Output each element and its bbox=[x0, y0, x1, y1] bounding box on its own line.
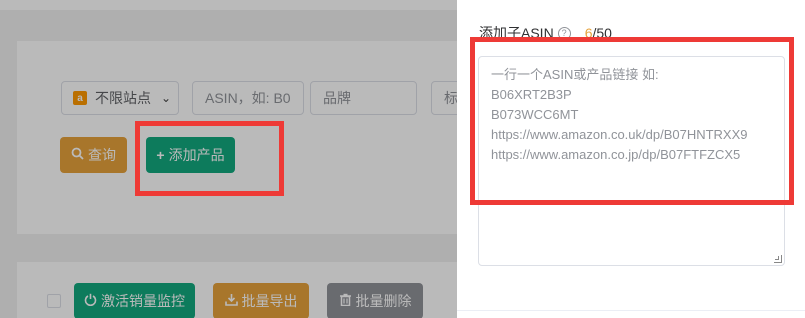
highlight-box-textarea bbox=[470, 37, 794, 205]
resize-handle[interactable] bbox=[774, 255, 782, 263]
drawer-divider bbox=[457, 310, 805, 311]
highlight-box-add-product bbox=[135, 121, 284, 196]
